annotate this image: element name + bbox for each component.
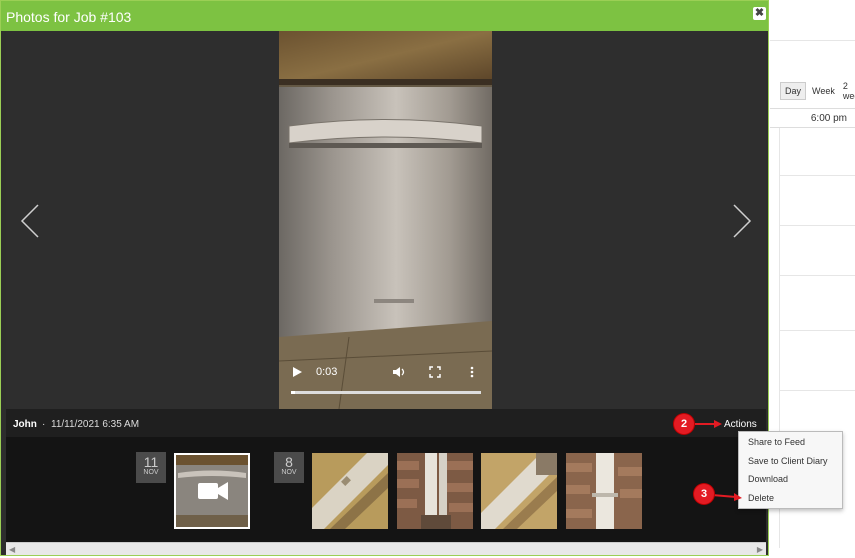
- date-month: NOV: [281, 469, 297, 476]
- menu-item-share-to-feed[interactable]: Share to Feed: [739, 432, 842, 451]
- scroll-left-icon[interactable]: ◀: [9, 545, 15, 554]
- pipe-photo-image: [397, 453, 473, 529]
- menu-item-delete[interactable]: Delete: [739, 488, 842, 507]
- video-time: 0:03: [316, 366, 338, 378]
- info-separator: ·: [42, 419, 46, 430]
- step-marker-3: 3: [694, 484, 714, 504]
- video-progress-fill: [291, 391, 295, 394]
- thumbnail-photo[interactable]: [397, 453, 473, 529]
- step-marker-2: 2: [674, 414, 694, 434]
- play-icon[interactable]: [291, 366, 303, 378]
- photo-author: John: [13, 419, 37, 430]
- chevron-left-icon[interactable]: [18, 201, 48, 241]
- menu-item-download[interactable]: Download: [739, 469, 842, 488]
- calendar-view-toolbar: Day Week 2 wee: [770, 78, 855, 104]
- view-day-button[interactable]: Day: [780, 82, 807, 100]
- actions-dropdown-menu: Share to Feed Save to Client Diary Downl…: [738, 431, 843, 509]
- chevron-right-icon[interactable]: [724, 201, 754, 241]
- date-day: 8: [285, 454, 293, 470]
- menu-item-save-to-client-diary[interactable]: Save to Client Diary: [739, 451, 842, 470]
- thumbnail-photo[interactable]: [312, 453, 388, 529]
- background-divider: [770, 40, 855, 41]
- scroll-right-icon[interactable]: ▶: [757, 545, 763, 554]
- photo-info-bar: John · 11/11/2021 6:35 AM Actions: [6, 409, 766, 437]
- view-week-button[interactable]: Week: [810, 83, 837, 99]
- view-2week-button[interactable]: 2 wee: [841, 78, 855, 104]
- photo-timestamp: 11/11/2021 6:35 AM: [51, 419, 140, 430]
- close-button[interactable]: ✖: [753, 7, 766, 20]
- volume-icon[interactable]: [392, 366, 406, 378]
- thumbnail-photo[interactable]: [481, 453, 557, 529]
- pipe-photo-image: [566, 453, 642, 529]
- video-camera-icon: [198, 482, 228, 500]
- video-player[interactable]: 0:03: [279, 31, 492, 409]
- calendar-gridline: [780, 275, 855, 276]
- video-thumbnail-image: [176, 455, 248, 527]
- modal-header: Photos for Job #103 ✖: [1, 1, 768, 31]
- calendar-gridline: [780, 330, 855, 331]
- actions-button[interactable]: Actions: [724, 419, 757, 430]
- horizontal-scrollbar[interactable]: ◀ ▶: [6, 542, 766, 555]
- photos-modal: Photos for Job #103 ✖ 0:03 John · 11/11/…: [0, 0, 769, 556]
- media-viewer: 0:03: [6, 31, 766, 409]
- modal-title: Photos for Job #103: [6, 9, 132, 25]
- time-column-header: 6:00 pm: [770, 108, 855, 128]
- close-icon: ✖: [754, 7, 765, 19]
- fullscreen-icon[interactable]: [429, 366, 441, 378]
- thumbnail-photo[interactable]: [566, 453, 642, 529]
- calendar-gridline: [780, 390, 855, 391]
- video-progress-bar[interactable]: [291, 391, 481, 394]
- date-month: NOV: [143, 469, 159, 476]
- date-day: 11: [143, 454, 159, 470]
- more-vert-icon[interactable]: [469, 366, 475, 378]
- pipe-photo-image: [312, 453, 388, 529]
- calendar-gridline: [780, 175, 855, 176]
- thumbnail-strip: 11 NOV 8 NOV: [6, 437, 766, 542]
- calendar-gridline: [780, 225, 855, 226]
- pipe-photo-image: [481, 453, 557, 529]
- date-group-badge: 8 NOV: [274, 452, 304, 483]
- date-group-badge: 11 NOV: [136, 452, 166, 483]
- thumbnail-video-selected[interactable]: [174, 453, 250, 529]
- video-controls: 0:03: [279, 353, 492, 409]
